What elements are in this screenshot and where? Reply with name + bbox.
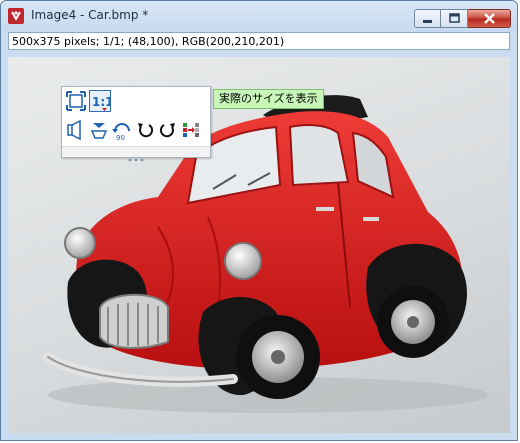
image-info-bar: 500x375 pixels; 1/1; (48,100), RGB(200,2… [8, 32, 510, 50]
image-canvas[interactable]: 1:1 90 [8, 57, 510, 433]
image-toolbar: 1:1 90 [61, 86, 211, 162]
rotate-180-icon: 90 [112, 123, 130, 141]
flip-horizontal-icon [67, 119, 81, 141]
flip-vertical-button[interactable] [88, 119, 110, 141]
actual-size-button[interactable]: 1:1 [89, 90, 111, 112]
actual-size-icon: 1:1 [92, 95, 110, 111]
close-button[interactable] [468, 9, 511, 28]
rotate-left-icon [138, 123, 154, 138]
fit-to-window-button[interactable] [65, 90, 87, 112]
rotate-left-button[interactable] [134, 119, 156, 141]
app-icon[interactable] [8, 8, 24, 24]
maximize-button[interactable] [441, 9, 468, 28]
fit-to-window-icon [66, 91, 86, 111]
more-dots-icon [128, 158, 144, 162]
image-window: Image4 - Car.bmp * 500x375 pixels; 1/1; … [0, 0, 518, 441]
actual-size-tooltip: 実際のサイズを表示 [213, 89, 324, 109]
svg-text:1:1: 1:1 [92, 95, 110, 109]
image-info-text: 500x375 pixels; 1/1; (48,100), RGB(200,2… [12, 35, 285, 48]
toolbar-grip[interactable] [62, 146, 210, 162]
flip-vertical-icon [90, 123, 108, 139]
image-settings-icon [183, 123, 199, 137]
image-settings-button[interactable] [180, 119, 202, 141]
window-title: Image4 - Car.bmp * [31, 8, 149, 22]
flip-horizontal-button[interactable] [65, 119, 87, 141]
rotate-right-button[interactable] [157, 119, 179, 141]
minimize-button[interactable] [414, 9, 441, 28]
title-bar[interactable]: Image4 - Car.bmp * [1, 1, 517, 31]
rotate-right-icon [159, 123, 175, 138]
svg-text:90: 90 [116, 134, 125, 141]
rotate-180-button[interactable]: 90 [111, 119, 133, 141]
